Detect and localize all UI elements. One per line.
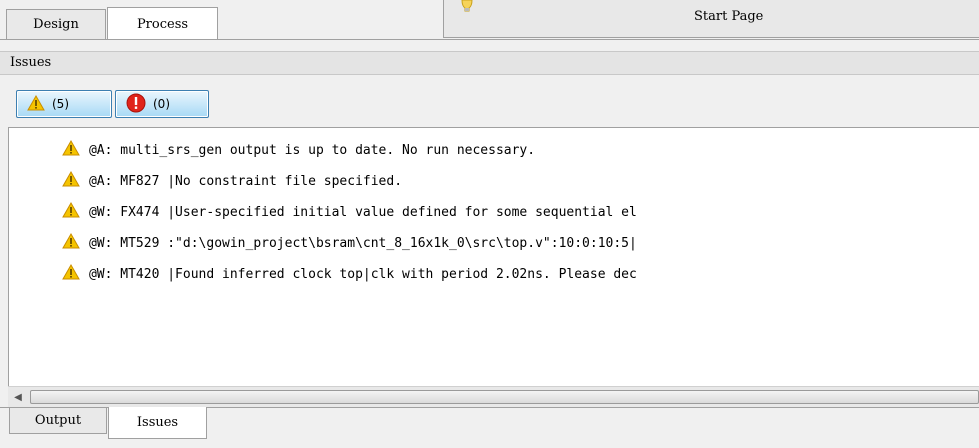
message-text: @W: FX474 |User-specified initial value …	[88, 204, 637, 220]
tab-process[interactable]: Process	[107, 7, 218, 40]
top-tab-strip: Design Process Start Page	[0, 0, 979, 40]
message-text: @W: MT529 :"d:\gowin_project\bsram\cnt_8…	[88, 235, 637, 251]
warnings-count: (5)	[52, 97, 69, 111]
tab-start-page-label: Start Page	[694, 9, 764, 24]
lightbulb-icon	[460, 0, 474, 16]
tab-design[interactable]: Design	[6, 9, 106, 39]
horizontal-scrollbar[interactable]: ◀	[8, 386, 979, 407]
error-icon	[126, 93, 146, 116]
scroll-left-arrow-icon[interactable]: ◀	[8, 387, 28, 407]
tab-issues-label: Issues	[136, 415, 179, 430]
message-text: @A: MF827 |No constraint file specified.	[88, 173, 403, 189]
tab-output[interactable]: Output	[9, 408, 107, 434]
list-item[interactable]: @W: MT420 |Found inferred clock top|clk …	[9, 262, 637, 286]
scrollbar-thumb[interactable]	[30, 390, 979, 404]
warnings-filter-button[interactable]: (5)	[16, 90, 112, 118]
message-text: @A: multi_srs_gen output is up to date. …	[88, 142, 536, 158]
list-item[interactable]: @W: MT529 :"d:\gowin_project\bsram\cnt_8…	[9, 231, 637, 255]
errors-filter-button[interactable]: (0)	[115, 90, 209, 118]
tab-process-label: Process	[136, 16, 189, 32]
tab-issues[interactable]: Issues	[108, 407, 207, 439]
divider	[0, 39, 979, 40]
tab-output-label: Output	[34, 413, 82, 428]
errors-count: (0)	[153, 97, 170, 111]
issues-panel-title: Issues	[0, 51, 979, 75]
warning-icon	[15, 249, 80, 299]
issues-filter-bar: (5) (0)	[0, 76, 979, 126]
tab-start-page[interactable]: Start Page	[443, 0, 979, 38]
message-text: @W: MT420 |Found inferred clock top|clk …	[88, 266, 637, 282]
list-item[interactable]: @A: multi_srs_gen output is up to date. …	[9, 138, 535, 162]
warning-icon	[27, 94, 45, 114]
tab-design-label: Design	[33, 17, 79, 32]
issues-message-list: @A: multi_srs_gen output is up to date. …	[8, 127, 979, 407]
list-item[interactable]: @W: FX474 |User-specified initial value …	[9, 200, 637, 224]
